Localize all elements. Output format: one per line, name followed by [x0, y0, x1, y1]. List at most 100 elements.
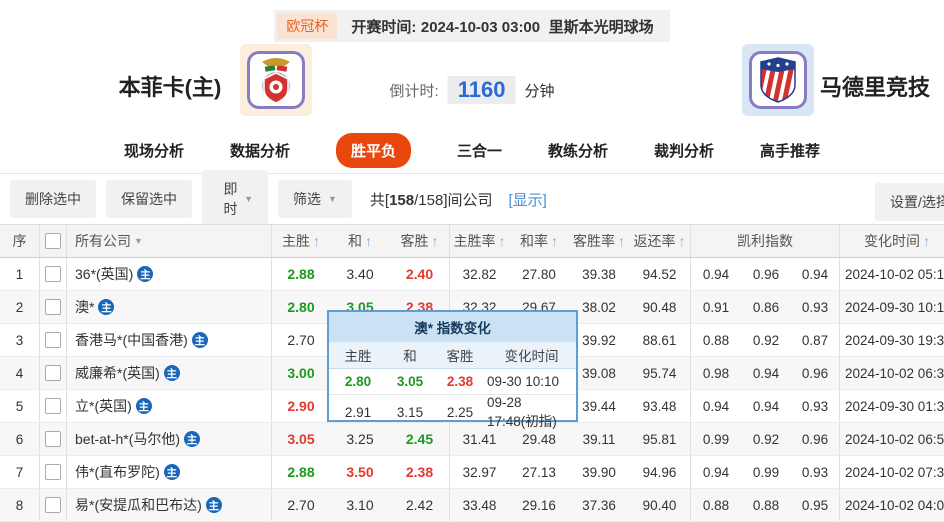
filter-dropdown[interactable]: 筛选 ▼ [278, 180, 352, 218]
tab-referee-analysis[interactable]: 裁判分析 [654, 140, 714, 161]
col-header-kelly: 凯利指数 [691, 225, 840, 257]
odds-change-popup: 澳* 指数变化 主胜 和 客胜 变化时间 2.80 3.05 2.38 09-3… [327, 310, 578, 429]
rate-cell: 39.38 [582, 266, 616, 282]
atletico-crest-icon [760, 57, 796, 103]
main-company-badge-icon: 主 [98, 299, 115, 315]
col-header-change-time[interactable]: 变化时间 ↑ [840, 225, 944, 257]
tab-win-draw-lose[interactable]: 胜平负 [335, 133, 411, 168]
sort-asc-icon: ↑ [678, 233, 686, 249]
odds-cell[interactable]: 3.05 [272, 423, 330, 455]
row-checkbox[interactable] [45, 332, 61, 348]
rate-cell: 39.44 [582, 398, 616, 414]
company-name[interactable]: 澳* [75, 297, 94, 317]
row-checkbox[interactable] [45, 497, 61, 513]
mode-dropdown[interactable]: 即时 ▼ [202, 170, 268, 228]
select-all-checkbox[interactable] [45, 233, 61, 249]
rate-cell: 33.48 [462, 497, 497, 513]
rate-cell: 39.90 [582, 464, 616, 480]
delete-selected-button[interactable]: 删除选中 [10, 180, 96, 218]
odds-cell[interactable]: 2.90 [272, 390, 330, 422]
kelly-cell: 0.88 [752, 497, 780, 513]
row-checkbox[interactable] [45, 398, 61, 414]
company-cell: bet-at-h*(马尔他) 主 [67, 423, 272, 455]
change-time-cell: 2024-10-02 05:15 [845, 266, 944, 282]
venue-name: 里斯本光明球场 [548, 18, 654, 36]
rate-cell: 29.16 [522, 497, 556, 513]
rate-cell: 93.48 [629, 390, 691, 422]
rate-cell: 94.96 [629, 456, 691, 488]
main-company-badge-icon: 主 [163, 365, 180, 381]
table-row: 1 36*(英国) 主 2.88 3.40 2.40 32.82 27.80 39.38 94.5… [0, 258, 944, 291]
rate-cell: 94.52 [629, 258, 691, 290]
odds-cell[interactable]: 2.70 [272, 324, 330, 356]
kelly-cell: 0.94 [702, 266, 730, 282]
away-team-logo [742, 44, 814, 116]
odds-cell[interactable]: 2.38 [390, 456, 450, 488]
show-link[interactable]: [显示] [509, 189, 547, 210]
company-cell: 易*(安提瓜和巴布达) 主 [67, 489, 272, 521]
company-name[interactable]: 立*(英国) [75, 396, 132, 416]
row-checkbox-cell [40, 357, 67, 389]
tab-live-analysis[interactable]: 现场分析 [124, 140, 184, 161]
rate-cell: 90.40 [629, 489, 691, 521]
popup-draw-odds: 3.15 [396, 405, 424, 420]
row-checkbox[interactable] [45, 365, 61, 381]
col-header-draw-rate[interactable]: 和率 ↑ [509, 225, 569, 257]
col-header-company[interactable]: 所有公司 ▼ [67, 225, 272, 257]
tab-coach-analysis[interactable]: 教练分析 [548, 140, 608, 161]
odds-cell[interactable]: 2.40 [390, 258, 450, 290]
kelly-cell: 0.91 [702, 299, 730, 315]
odds-cell[interactable]: 3.10 [330, 489, 390, 521]
main-company-badge-icon: 主 [135, 398, 152, 414]
popup-away-odds: 2.25 [446, 405, 474, 420]
row-checkbox[interactable] [45, 464, 61, 480]
company-name[interactable]: 36*(英国) [75, 264, 133, 284]
change-time-cell: 2024-09-30 10:11 [845, 299, 944, 315]
main-company-badge-icon: 主 [137, 266, 154, 282]
col-header-away-win[interactable]: 客胜 ↑ [390, 225, 450, 257]
row-seq: 1 [0, 258, 40, 290]
popup-col-away: 客胜 [446, 349, 474, 364]
col-header-away-rate[interactable]: 客胜率 ↑ [569, 225, 629, 257]
kelly-cell: 0.96 [752, 266, 780, 282]
col-header-home-rate[interactable]: 主胜率 ↑ [450, 225, 509, 257]
row-checkbox[interactable] [45, 431, 61, 447]
tab-expert-recommend[interactable]: 高手推荐 [760, 140, 820, 161]
row-checkbox-cell [40, 291, 67, 323]
kelly-cell: 0.94 [791, 258, 840, 290]
row-checkbox-cell [40, 258, 67, 290]
popup-home-odds: 2.80 [344, 374, 372, 389]
kelly-cell: 0.94 [752, 365, 780, 381]
odds-cell[interactable]: 2.88 [272, 258, 330, 290]
company-name[interactable]: bet-at-h*(马尔他) [75, 429, 180, 449]
col-header-draw[interactable]: 和 ↑ [330, 225, 390, 257]
kelly-cell: 0.88 [702, 497, 730, 513]
company-cell: 伟*(直布罗陀) 主 [67, 456, 272, 488]
odds-cell[interactable]: 2.42 [390, 489, 450, 521]
company-name[interactable]: 香港马*(中国香港) [75, 330, 188, 350]
keep-selected-button[interactable]: 保留选中 [106, 180, 192, 218]
company-cell: 澳* 主 [67, 291, 272, 323]
company-name[interactable]: 威廉希*(英国) [75, 363, 160, 383]
tab-three-in-one[interactable]: 三合一 [457, 140, 502, 161]
row-checkbox[interactable] [45, 299, 61, 315]
col-header-return-rate[interactable]: 返还率 ↑ [629, 225, 691, 257]
col-header-home-win[interactable]: 主胜 ↑ [272, 225, 330, 257]
odds-cell[interactable]: 2.70 [272, 489, 330, 521]
kelly-cell: 0.99 [752, 464, 780, 480]
odds-cell[interactable]: 3.40 [330, 258, 390, 290]
countdown-label: 倒计时: [389, 82, 439, 100]
popup-row: 2.91 3.15 2.25 09-28 17:48(初指) [329, 395, 576, 429]
settings-button[interactable]: 设置/选择 [875, 183, 944, 221]
odds-cell[interactable]: 3.00 [272, 357, 330, 389]
company-name[interactable]: 伟*(直布罗陀) [75, 462, 160, 482]
odds-cell[interactable]: 2.88 [272, 456, 330, 488]
row-checkbox[interactable] [45, 266, 61, 282]
main-company-badge-icon: 主 [163, 464, 180, 480]
sort-asc-icon: ↑ [498, 233, 506, 249]
odds-cell[interactable]: 3.50 [330, 456, 390, 488]
company-name[interactable]: 易*(安提瓜和巴布达) [75, 495, 202, 515]
kelly-cell: 0.92 [752, 332, 780, 348]
odds-cell[interactable]: 2.80 [272, 291, 330, 323]
tab-data-analysis[interactable]: 数据分析 [230, 140, 290, 161]
